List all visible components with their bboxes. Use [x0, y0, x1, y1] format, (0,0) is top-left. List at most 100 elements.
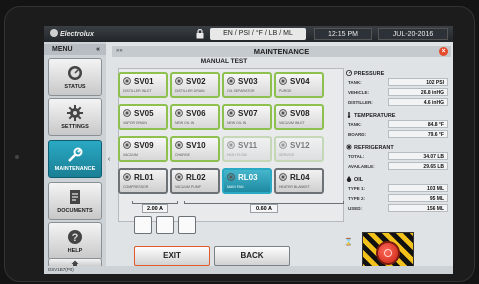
tile-description: PURGE — [279, 89, 292, 93]
exit-button[interactable]: EXIT — [134, 246, 210, 266]
tile-name: SV05 — [134, 109, 154, 118]
tile-name: RL04 — [290, 173, 310, 182]
sidebar-item-label: MAINTENANCE — [54, 166, 96, 172]
tile-rl04[interactable]: RL04 HEATER BLANKET — [274, 168, 324, 194]
page-header: »» MAINTENANCE × — [112, 46, 451, 57]
tile-sv09[interactable]: SV09 VACUUM — [118, 136, 168, 162]
valve-icon — [123, 141, 131, 149]
empty-slot[interactable] — [178, 216, 196, 234]
reading-value: 102 PSI — [388, 78, 448, 86]
sidebar-item-status[interactable]: STATUS — [48, 58, 102, 96]
page-title: MAINTENANCE — [253, 47, 310, 56]
tile-description: OIL SEPARATOR — [227, 89, 255, 93]
reading-label: DISTILLER: — [348, 100, 373, 105]
tile-name: SV03 — [238, 77, 258, 86]
tile-description: COMPRESSOR — [123, 185, 149, 189]
lock-icon[interactable] — [196, 29, 204, 39]
reading-value: 84.8 °F — [388, 120, 448, 128]
tile-description: DISTILLER DRAIN — [175, 89, 205, 93]
tile-sv08[interactable]: SV08 VACUUM INLET — [274, 104, 324, 130]
tile-name: SV11 — [238, 141, 258, 150]
back-button[interactable]: BACK — [214, 246, 290, 266]
tile-sv06[interactable]: SV06 NEW OIL IN — [170, 104, 220, 130]
empty-slot[interactable] — [156, 216, 174, 234]
temperature-title: TEMPERATURE — [346, 112, 395, 119]
tile-name: SV12 — [290, 141, 310, 150]
chevron-left-icon[interactable]: « — [96, 44, 100, 55]
svg-text:?: ? — [72, 232, 79, 244]
tile-name: RL01 — [134, 173, 154, 182]
menu-title: MENU « — [44, 44, 106, 55]
reading-label: TYPE 2: — [348, 196, 366, 201]
sidebar-item-label: STATUS — [64, 84, 86, 90]
reading-label: USED: — [348, 206, 363, 211]
oil-title: OIL — [346, 176, 363, 183]
valve-icon — [227, 141, 235, 149]
tile-description: NEW OIL IN — [227, 121, 247, 125]
valve-icon — [279, 77, 287, 85]
reading-label: BOARD: — [348, 132, 366, 137]
tile-sv12[interactable]: SV12 SERVICE — [274, 136, 324, 162]
reading-value: 103 ML — [388, 184, 448, 192]
clock-date: JUL-20-2016 — [378, 28, 448, 40]
oil-title-label: OIL — [354, 177, 364, 183]
close-icon[interactable]: × — [439, 47, 448, 56]
reading-value: 4.6 inHG — [388, 98, 448, 106]
relay-icon — [175, 173, 183, 181]
app-screen: Electrolux EN / PSI / °F / LB / ML 12:15… — [44, 26, 453, 274]
camera-dot — [15, 155, 19, 159]
tile-description: CHARGE — [175, 153, 190, 157]
gear-icon — [67, 105, 83, 121]
double-arrow-icon: »» — [116, 48, 123, 54]
reading-value: 26.8 inHG — [388, 88, 448, 96]
pressure-title-label: PRESSURE — [354, 71, 385, 77]
sidebar-item-help[interactable]: ? HELP — [48, 222, 102, 260]
tile-description: VACUUM — [123, 153, 138, 157]
tile-description: DISTILLER INLET — [123, 89, 152, 93]
tile-name: RL03 — [238, 173, 258, 182]
tile-name: SV02 — [186, 77, 206, 86]
tile-name: SV10 — [186, 141, 206, 150]
oil-drop-icon — [346, 176, 352, 182]
tile-name: SV07 — [238, 109, 258, 118]
tile-rl01[interactable]: RL01 COMPRESSOR — [118, 168, 168, 194]
sidebar-item-documents[interactable]: DOCUMENTS — [48, 182, 102, 220]
brand-name: Electrolux — [60, 31, 94, 38]
valve-icon — [175, 109, 183, 117]
tile-sv01[interactable]: SV01 DISTILLER INLET — [118, 72, 168, 98]
valve-icon — [227, 77, 235, 85]
tile-description: VACUUM INLET — [279, 121, 305, 125]
refrigerant-title: REFRIGERANT — [346, 144, 394, 151]
tile-sv11[interactable]: SV11 HIGH FLOW — [222, 136, 272, 162]
refrigerant-title-label: REFRIGERANT — [354, 145, 394, 151]
tile-sv05[interactable]: SV05 VAPOR DRAIN — [118, 104, 168, 130]
units-selector[interactable]: EN / PSI / °F / LB / ML — [210, 28, 306, 40]
sidebar-item-maintenance[interactable]: MAINTENANCE — [48, 140, 102, 178]
clock-time: 12:15 PM — [314, 28, 372, 40]
tile-sv03[interactable]: SV03 OIL SEPARATOR — [222, 72, 272, 98]
empty-slot[interactable] — [134, 216, 152, 234]
help-icon: ? — [68, 230, 82, 244]
valve-icon — [227, 109, 235, 117]
emergency-stop-knob — [376, 241, 400, 265]
reading-value: 95 ML — [388, 194, 448, 202]
tile-sv07[interactable]: SV07 NEW OIL IN — [222, 104, 272, 130]
sidebar-item-label: SETTINGS — [61, 124, 89, 130]
tile-rl02[interactable]: RL02 VACUUM PUMP — [170, 168, 220, 194]
relay-icon — [279, 173, 287, 181]
wrench-icon — [68, 147, 83, 162]
menu-title-label: MENU — [52, 46, 73, 53]
tile-description: NEW OIL IN — [175, 121, 195, 125]
reading-value: 79.6 °F — [388, 130, 448, 138]
sidebar-item-settings[interactable]: SETTINGS — [48, 98, 102, 136]
thermometer-icon — [347, 112, 351, 118]
tile-description: HEATER BLANKET — [279, 185, 310, 189]
tile-sv10[interactable]: SV10 CHARGE — [170, 136, 220, 162]
tile-sv02[interactable]: SV02 DISTILLER DRAIN — [170, 72, 220, 98]
valve-icon — [123, 77, 131, 85]
tile-sv04[interactable]: SV04 PURGE — [274, 72, 324, 98]
sidebar-collapse-handle[interactable]: ‹ — [106, 156, 112, 170]
reading-value: 156 ML — [388, 204, 448, 212]
tile-rl03[interactable]: RL03 MAIN FAN — [222, 168, 272, 194]
sidebar-item-label: DOCUMENTS — [57, 208, 93, 214]
